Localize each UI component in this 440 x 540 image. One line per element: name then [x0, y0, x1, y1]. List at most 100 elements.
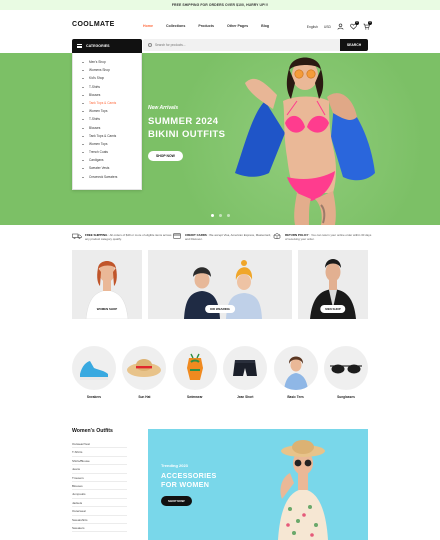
hero-text: New Arrivals SUMMER 2024 BIKINI OUTFITS …: [148, 105, 225, 162]
nav-products[interactable]: Products: [198, 24, 214, 28]
cart-icon[interactable]: 0: [363, 21, 372, 30]
hero-banner: New Arrivals SUMMER 2024 BIKINI OUTFITS …: [0, 53, 440, 225]
swimwear-icon: [172, 346, 217, 390]
feature-text: Free Shipping : All orders of $49 or mor…: [85, 233, 172, 242]
category-item[interactable]: T-Shirts: [81, 115, 141, 123]
categories-title: Categories: [86, 44, 110, 48]
category-item[interactable]: Blouses: [81, 124, 141, 132]
banner-men[interactable]: Men shop: [298, 250, 368, 319]
circle-category-label: Swimwear: [187, 395, 203, 399]
category-item[interactable]: Women Tops: [81, 140, 141, 148]
outfit-link[interactable]: Jumpsuits: [72, 490, 127, 499]
hero-shop-now-button[interactable]: Shop now: [148, 151, 183, 161]
circle-category-jean-short[interactable]: Jean Short: [223, 346, 268, 399]
wishlist-count-badge: 0: [355, 21, 359, 25]
banner-kids[interactable]: Kid wearing: [148, 250, 292, 319]
slider-dot-3[interactable]: [227, 214, 230, 217]
jean-short-icon: [223, 346, 268, 390]
category-item[interactable]: Men's Shop: [81, 58, 141, 66]
circle-category-label: Sneakers: [86, 395, 102, 399]
accessories-promo-banner: Trending 2023 ACCESSORIES FOR WOMEN Shop…: [148, 429, 368, 540]
sneaker-icon: [72, 346, 116, 390]
site-header: COOLMATE Home Collections Products Other…: [0, 10, 440, 38]
search-button[interactable]: Search: [340, 39, 368, 51]
category-item[interactable]: Crewneck Sweaters: [81, 173, 141, 181]
currency-select[interactable]: USD: [324, 25, 331, 29]
categories-toggle[interactable]: Categories: [72, 39, 142, 53]
category-item[interactable]: Blouses: [81, 91, 141, 99]
promo-title-line1: ACCESSORIES: [161, 471, 217, 480]
nav-other-pages[interactable]: Other Pages: [227, 24, 248, 28]
header-actions: English USD 0 0: [307, 21, 372, 30]
announcement-bar: Free shipping for orders over $100, hurr…: [0, 0, 440, 10]
search-input[interactable]: [155, 43, 325, 47]
search-bar: [143, 39, 340, 51]
kid-wearing-button[interactable]: Kid wearing: [205, 305, 235, 313]
circle-category-sun-hat[interactable]: Sun Hat: [122, 346, 167, 399]
feature-credit-cards: Credit Cards : We accept Visa, American …: [172, 233, 272, 245]
feature-free-shipping: Free Shipping : All orders of $49 or mor…: [72, 233, 172, 245]
circle-category-basic-tees[interactable]: Basic Tees: [273, 346, 318, 399]
womens-outfits-list: Women's Outfits Outwear/Vest T-Shirts Sh…: [72, 428, 127, 533]
men-shop-button[interactable]: Men shop: [320, 305, 346, 313]
hero-kicker: New Arrivals: [148, 105, 179, 111]
outfit-link[interactable]: Shirts/Blouse: [72, 457, 127, 466]
category-item[interactable]: Sweater Vests: [81, 164, 141, 172]
basic-tee-icon: [273, 346, 318, 390]
outfit-link[interactable]: Sweatshirts: [72, 516, 127, 524]
outfit-link[interactable]: Trousers: [72, 474, 127, 482]
credit-card-icon: [172, 233, 182, 239]
promo-text: Trending 2023 ACCESSORIES FOR WOMEN Shop…: [161, 463, 217, 507]
truck-icon: [72, 233, 82, 239]
announcement-text: Free shipping for orders over $100, hurr…: [171, 3, 269, 7]
category-item[interactable]: Womens Shop: [81, 66, 141, 74]
women-shop-button[interactable]: Women shop: [91, 305, 123, 313]
banner-women[interactable]: Women shop: [72, 250, 142, 319]
menu-icon: [77, 44, 82, 48]
category-item[interactable]: Trench Coats: [81, 148, 141, 156]
wishlist-icon[interactable]: 0: [350, 21, 359, 30]
category-item[interactable]: T-Shirts: [81, 83, 141, 91]
hero-title-line1: SUMMER 2024: [148, 116, 219, 127]
slider-dot-1[interactable]: [211, 214, 214, 217]
circle-category-sunglasses[interactable]: Sunglasses: [324, 346, 368, 399]
language-select[interactable]: English: [307, 25, 318, 29]
main-nav: Home Collections Products Other Pages Bl…: [143, 24, 282, 28]
hero-title-line2: BIKINI OUTFITS: [148, 129, 226, 140]
category-item-active[interactable]: Tank Tops & Camis: [81, 99, 141, 107]
feature-return-policy: Return Policy : You can return your onli…: [272, 233, 372, 245]
outfit-link[interactable]: Jackets: [72, 499, 127, 508]
category-item[interactable]: Cardigans: [81, 156, 141, 164]
circle-category-label: Basic Tees: [287, 395, 304, 399]
return-box-icon: [272, 233, 282, 239]
nav-home[interactable]: Home: [143, 24, 153, 28]
site-logo[interactable]: COOLMATE: [72, 21, 115, 28]
slider-dots: [211, 214, 230, 217]
category-item[interactable]: Tank Tops & Camis: [81, 132, 141, 140]
outfit-link[interactable]: T-Shirts: [72, 448, 127, 457]
outfit-link[interactable]: Jeans: [72, 465, 127, 474]
promo-shop-now-button[interactable]: Shop now: [161, 496, 192, 506]
nav-blog[interactable]: Blog: [261, 24, 269, 28]
circle-category-label: Jean Short: [236, 395, 254, 399]
promo-title-line2: FOR WOMEN: [161, 480, 210, 489]
account-icon[interactable]: [337, 23, 344, 30]
circle-category-label: Sunglasses: [337, 395, 355, 399]
nav-collections[interactable]: Collections: [166, 24, 185, 28]
slider-dot-2[interactable]: [219, 214, 222, 217]
categories-menu: Men's Shop Womens Shop Kid's Shop T-Shir…: [72, 53, 142, 190]
category-item[interactable]: Women Tops: [81, 107, 141, 115]
outfit-link[interactable]: Blouses: [72, 482, 127, 491]
hero-model-image: [235, 57, 375, 225]
category-circles: Sneakers Sun Hat Swimwear Jean Short Bas…: [72, 346, 368, 406]
category-item[interactable]: Kid's Shop: [81, 74, 141, 82]
womens-outfits-title: Women's Outfits: [72, 428, 113, 434]
cart-count-badge: 0: [368, 21, 372, 25]
outfit-link[interactable]: Outwear/Vest: [72, 440, 127, 449]
outfit-link[interactable]: Outerwear: [72, 507, 127, 516]
circle-category-label: Sun Hat: [138, 395, 151, 399]
circle-category-sneakers[interactable]: Sneakers: [72, 346, 116, 399]
sunglasses-icon: [324, 346, 368, 390]
outfit-link[interactable]: Sweaters: [72, 524, 127, 533]
circle-category-swimwear[interactable]: Swimwear: [172, 346, 217, 399]
